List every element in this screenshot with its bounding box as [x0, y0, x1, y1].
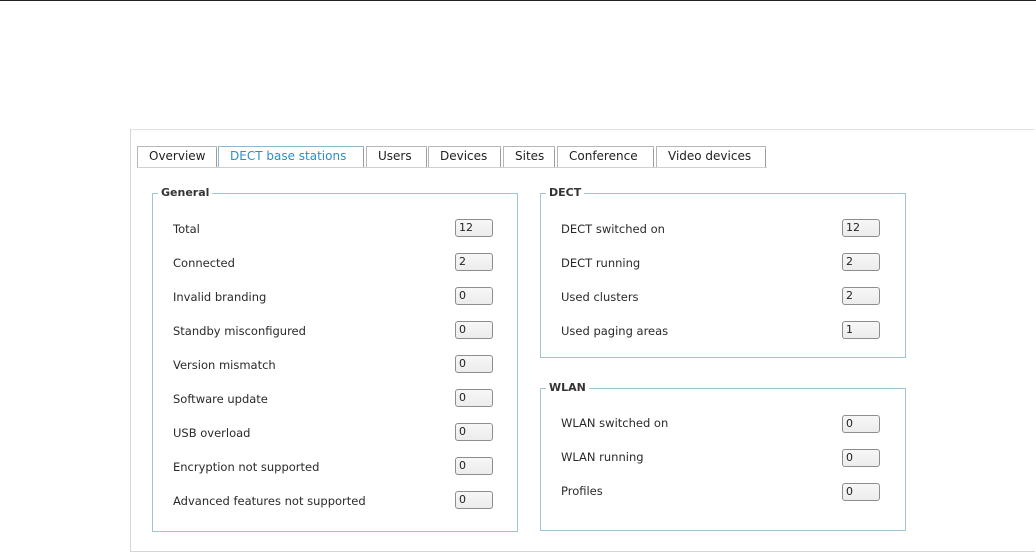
general-row-total: Total 12	[153, 219, 517, 239]
standby-misconfigured-value-field[interactable]: 0	[455, 321, 493, 339]
tab-dect-base-stations[interactable]: DECT base stations	[218, 146, 364, 168]
row-label: Invalid branding	[173, 290, 267, 304]
dect-group: DECT DECT switched on 12 DECT running 2 …	[540, 186, 906, 358]
row-label: WLAN switched on	[561, 416, 669, 430]
row-label: WLAN running	[561, 450, 644, 464]
general-row-version-mismatch: Version mismatch 0	[153, 355, 517, 375]
row-label: Advanced features not supported	[173, 494, 366, 508]
row-label: Software update	[173, 392, 268, 406]
wlan-row-switched-on: WLAN switched on 0	[541, 413, 905, 433]
row-label: Connected	[173, 256, 235, 270]
general-row-advanced-features-not-supported: Advanced features not supported 0	[153, 491, 517, 511]
software-update-value-field[interactable]: 0	[455, 389, 493, 407]
row-label: DECT running	[561, 256, 641, 270]
usb-overload-value-field[interactable]: 0	[455, 423, 493, 441]
row-label: Standby misconfigured	[173, 324, 306, 338]
used-paging-areas-value-field[interactable]: 1	[842, 321, 880, 339]
general-group: General Total 12 Connected 2 Invalid bra…	[152, 186, 518, 532]
row-label: Version mismatch	[173, 358, 276, 372]
profiles-value-field[interactable]: 0	[842, 483, 880, 501]
wlan-row-running: WLAN running 0	[541, 447, 905, 467]
general-row-usb-overload: USB overload 0	[153, 423, 517, 443]
top-divider	[0, 0, 1036, 1]
advanced-features-value-field[interactable]: 0	[455, 491, 493, 509]
encryption-not-supported-value-field[interactable]: 0	[455, 457, 493, 475]
connected-value-field[interactable]: 2	[455, 253, 493, 271]
tab-conference[interactable]: Conference	[557, 146, 654, 168]
dect-row-used-clusters: Used clusters 2	[541, 287, 905, 307]
general-row-software-update: Software update 0	[153, 389, 517, 409]
tab-sites[interactable]: Sites	[503, 146, 555, 168]
tab-video-devices[interactable]: Video devices	[656, 146, 766, 168]
row-label: Used paging areas	[561, 324, 669, 338]
general-group-title: General	[158, 186, 213, 200]
dect-running-value-field[interactable]: 2	[842, 253, 880, 271]
row-label: Used clusters	[561, 290, 639, 304]
row-label: Encryption not supported	[173, 460, 320, 474]
version-mismatch-value-field[interactable]: 0	[455, 355, 493, 373]
row-label: Profiles	[561, 484, 603, 498]
total-value-field[interactable]: 12	[455, 219, 493, 237]
tab-users[interactable]: Users	[366, 146, 427, 168]
dect-row-running: DECT running 2	[541, 253, 905, 273]
wlan-row-profiles: Profiles 0	[541, 481, 905, 501]
general-row-connected: Connected 2	[153, 253, 517, 273]
dect-row-switched-on: DECT switched on 12	[541, 219, 905, 239]
used-clusters-value-field[interactable]: 2	[842, 287, 880, 305]
dect-row-used-paging-areas: Used paging areas 1	[541, 321, 905, 341]
row-label: USB overload	[173, 426, 251, 440]
wlan-group-title: WLAN	[546, 381, 589, 395]
general-row-encryption-not-supported: Encryption not supported 0	[153, 457, 517, 477]
dect-group-title: DECT	[546, 186, 585, 200]
general-row-invalid-branding: Invalid branding 0	[153, 287, 517, 307]
row-label: Total	[173, 222, 200, 236]
tab-devices[interactable]: Devices	[428, 146, 501, 168]
dect-switched-on-value-field[interactable]: 12	[842, 219, 880, 237]
tab-underline	[137, 167, 767, 168]
row-label: DECT switched on	[561, 222, 665, 236]
wlan-group: WLAN WLAN switched on 0 WLAN running 0 P…	[540, 381, 906, 531]
wlan-running-value-field[interactable]: 0	[842, 449, 880, 467]
invalid-branding-value-field[interactable]: 0	[455, 287, 493, 305]
general-row-standby-misconfigured: Standby misconfigured 0	[153, 321, 517, 341]
tab-overview[interactable]: Overview	[137, 146, 217, 168]
wlan-switched-on-value-field[interactable]: 0	[842, 415, 880, 433]
